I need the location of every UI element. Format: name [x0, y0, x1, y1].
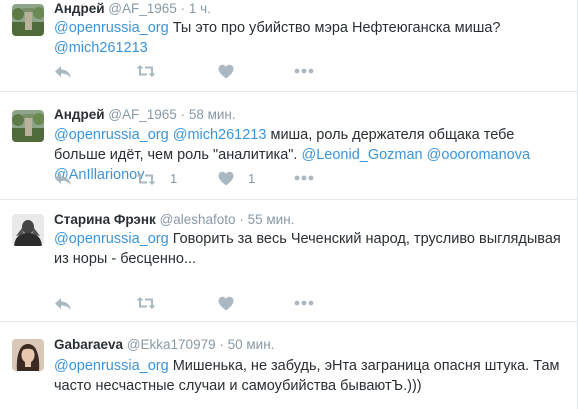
- reply-icon: [54, 64, 72, 80]
- author-handle[interactable]: @AF_1965: [108, 1, 177, 16]
- tweet-header: Старина Фрэнк @aleshafoto · 55 мин.: [54, 211, 294, 229]
- like-button[interactable]: [218, 296, 248, 311]
- avatar[interactable]: [12, 4, 44, 36]
- reply-icon: [54, 296, 72, 312]
- more-button[interactable]: [294, 300, 314, 306]
- mention-link[interactable]: @oooromanova: [427, 147, 530, 163]
- separator-dot: ·: [180, 107, 186, 122]
- tweet-timestamp[interactable]: 1 ч.: [189, 1, 211, 16]
- heart-icon: [218, 171, 234, 186]
- reply-button[interactable]: [54, 64, 72, 80]
- author-handle[interactable]: @Ekka170979: [127, 337, 216, 352]
- avatar[interactable]: [12, 110, 44, 142]
- author-handle[interactable]: @aleshafoto: [160, 212, 236, 227]
- tweet-timestamp[interactable]: 58 мин.: [189, 107, 236, 122]
- tweet[interactable]: Старина Фрэнк @aleshafoto · 55 мин. @ope…: [0, 200, 577, 322]
- more-button[interactable]: [294, 175, 314, 181]
- retweet-button[interactable]: [136, 64, 170, 78]
- avatar[interactable]: [12, 339, 44, 371]
- more-icon: [294, 175, 314, 181]
- heart-icon: [218, 296, 234, 311]
- retweet-button[interactable]: [136, 296, 170, 310]
- mention-link[interactable]: @openrussia_org: [54, 20, 169, 36]
- separator-dot: ·: [219, 337, 224, 352]
- author-name[interactable]: Андрей: [54, 107, 105, 122]
- tweet[interactable]: Андрей @AF_1965 · 1 ч. @openrussia_org Т…: [0, 0, 577, 92]
- more-button[interactable]: [294, 68, 314, 74]
- separator-dot: ·: [239, 212, 244, 227]
- retweet-icon: [136, 172, 156, 186]
- more-icon: [294, 68, 314, 74]
- separator-dot: ·: [180, 1, 186, 16]
- tweet-header: Андрей @AF_1965 · 58 мин.: [54, 106, 236, 124]
- author-name[interactable]: Старина Фрэнк: [54, 212, 156, 227]
- mention-link[interactable]: @mich261213: [173, 127, 267, 143]
- like-button[interactable]: 1: [218, 171, 255, 186]
- mention-link[interactable]: @openrussia_org: [54, 358, 169, 374]
- retweet-icon: [136, 296, 156, 310]
- reply-button[interactable]: [54, 171, 72, 187]
- retweet-icon: [136, 64, 156, 78]
- like-button[interactable]: [218, 64, 248, 79]
- more-icon: [294, 300, 314, 306]
- tweet[interactable]: Gabaraeva @Ekka170979 · 50 мин. @openrus…: [0, 322, 577, 409]
- heart-icon: [218, 64, 234, 79]
- mention-link[interactable]: @openrussia_org: [54, 127, 169, 143]
- tweet-timeline: Андрей @AF_1965 · 1 ч. @openrussia_org Т…: [0, 0, 578, 409]
- tweet-text: @openrussia_org Мишенька, не забудь, эНт…: [54, 356, 569, 396]
- mention-link[interactable]: @Leonid_Gozman: [302, 147, 423, 163]
- tweet-timestamp[interactable]: 50 мин.: [228, 337, 275, 352]
- like-count: 1: [248, 171, 256, 186]
- tweet-timestamp[interactable]: 55 мин.: [248, 212, 295, 227]
- retweet-button[interactable]: 1: [136, 171, 177, 186]
- avatar[interactable]: [12, 214, 44, 246]
- author-name[interactable]: Gabaraeva: [54, 337, 123, 352]
- mention-link[interactable]: @openrussia_org: [54, 231, 169, 247]
- tweet-header: Андрей @AF_1965 · 1 ч.: [54, 0, 211, 18]
- tweet-header: Gabaraeva @Ekka170979 · 50 мин.: [54, 336, 274, 354]
- reply-icon: [54, 171, 72, 187]
- mention-link[interactable]: @mich261213: [54, 40, 148, 56]
- reply-button[interactable]: [54, 296, 72, 312]
- tweet-text: @openrussia_org Говорить за весь Чеченск…: [54, 229, 569, 269]
- tweet[interactable]: Андрей @AF_1965 · 58 мин. @openrussia_or…: [0, 92, 577, 200]
- tweet-text: @openrussia_org Ты это про убийство мэра…: [54, 18, 569, 58]
- author-name[interactable]: Андрей: [54, 1, 105, 16]
- author-handle[interactable]: @AF_1965: [108, 107, 177, 122]
- text-fragment: Ты это про убийство мэра Нефтеюганска ми…: [168, 20, 501, 36]
- retweet-count: 1: [170, 171, 178, 186]
